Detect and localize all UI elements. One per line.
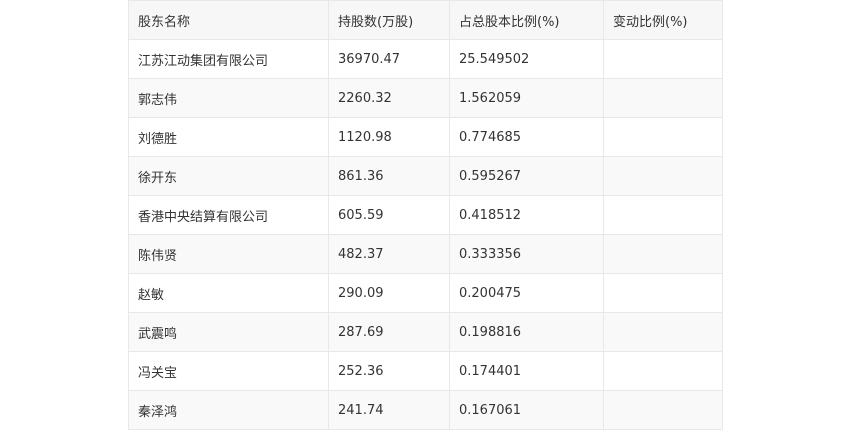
table-header: 股东名称 持股数(万股) 占总股本比例(%) 变动比例(%) xyxy=(128,0,723,40)
cell-share-ratio: 0.198816 xyxy=(449,312,604,352)
cell-shareholder-name: 徐开东 xyxy=(128,156,329,196)
cell-shareholder-name: 江苏江动集团有限公司 xyxy=(128,39,329,79)
cell-shareholder-name: 冯关宝 xyxy=(128,351,329,391)
cell-change-ratio xyxy=(603,195,723,235)
table-row: 秦泽鸿 241.74 0.167061 xyxy=(128,390,723,430)
header-share-ratio: 占总股本比例(%) xyxy=(449,0,604,40)
cell-change-ratio xyxy=(603,390,723,430)
table-row: 陈伟贤 482.37 0.333356 xyxy=(128,234,723,274)
cell-shares-held: 1120.98 xyxy=(328,117,450,157)
cell-shares-held: 482.37 xyxy=(328,234,450,274)
cell-change-ratio xyxy=(603,39,723,79)
table-row: 武震鸣 287.69 0.198816 xyxy=(128,312,723,352)
cell-change-ratio xyxy=(603,234,723,274)
table-row: 郭志伟 2260.32 1.562059 xyxy=(128,78,723,118)
cell-shareholder-name: 刘德胜 xyxy=(128,117,329,157)
cell-shares-held: 861.36 xyxy=(328,156,450,196)
cell-shares-held: 605.59 xyxy=(328,195,450,235)
cell-shareholder-name: 武震鸣 xyxy=(128,312,329,352)
cell-change-ratio xyxy=(603,273,723,313)
shareholder-table-container: 股东名称 持股数(万股) 占总股本比例(%) 变动比例(%) 江苏江动集团有限公… xyxy=(128,0,723,430)
cell-share-ratio: 25.549502 xyxy=(449,39,604,79)
cell-change-ratio xyxy=(603,78,723,118)
cell-share-ratio: 0.774685 xyxy=(449,117,604,157)
cell-change-ratio xyxy=(603,351,723,391)
table-row: 冯关宝 252.36 0.174401 xyxy=(128,351,723,391)
table-body: 江苏江动集团有限公司 36970.47 25.549502 郭志伟 2260.3… xyxy=(128,39,723,430)
table-row: 赵敏 290.09 0.200475 xyxy=(128,273,723,313)
table-row: 江苏江动集团有限公司 36970.47 25.549502 xyxy=(128,39,723,79)
table-row: 徐开东 861.36 0.595267 xyxy=(128,156,723,196)
cell-share-ratio: 0.174401 xyxy=(449,351,604,391)
header-row: 股东名称 持股数(万股) 占总股本比例(%) 变动比例(%) xyxy=(128,0,723,40)
cell-shares-held: 290.09 xyxy=(328,273,450,313)
cell-shares-held: 241.74 xyxy=(328,390,450,430)
cell-shareholder-name: 秦泽鸿 xyxy=(128,390,329,430)
shareholder-table: 股东名称 持股数(万股) 占总股本比例(%) 变动比例(%) 江苏江动集团有限公… xyxy=(128,0,723,430)
cell-share-ratio: 0.418512 xyxy=(449,195,604,235)
cell-shareholder-name: 赵敏 xyxy=(128,273,329,313)
cell-share-ratio: 0.595267 xyxy=(449,156,604,196)
cell-share-ratio: 0.167061 xyxy=(449,390,604,430)
cell-share-ratio: 0.200475 xyxy=(449,273,604,313)
table-row: 刘德胜 1120.98 0.774685 xyxy=(128,117,723,157)
table-row: 香港中央结算有限公司 605.59 0.418512 xyxy=(128,195,723,235)
cell-shareholder-name: 香港中央结算有限公司 xyxy=(128,195,329,235)
cell-shareholder-name: 陈伟贤 xyxy=(128,234,329,274)
cell-shares-held: 252.36 xyxy=(328,351,450,391)
cell-shares-held: 2260.32 xyxy=(328,78,450,118)
header-shareholder-name: 股东名称 xyxy=(128,0,329,40)
cell-share-ratio: 1.562059 xyxy=(449,78,604,118)
cell-change-ratio xyxy=(603,312,723,352)
cell-change-ratio xyxy=(603,117,723,157)
cell-shares-held: 36970.47 xyxy=(328,39,450,79)
cell-shares-held: 287.69 xyxy=(328,312,450,352)
header-shares-held: 持股数(万股) xyxy=(328,0,450,40)
cell-share-ratio: 0.333356 xyxy=(449,234,604,274)
cell-change-ratio xyxy=(603,156,723,196)
cell-shareholder-name: 郭志伟 xyxy=(128,78,329,118)
header-change-ratio: 变动比例(%) xyxy=(603,0,723,40)
